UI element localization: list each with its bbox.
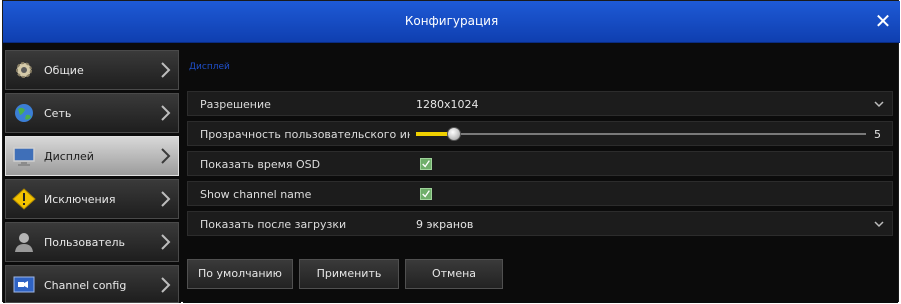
chevron-right-icon: [161, 62, 171, 78]
transparency-slider-handle[interactable]: [446, 127, 461, 141]
chevron-right-icon: [161, 191, 171, 207]
checkmark-icon: [422, 190, 430, 198]
show-after-boot-value[interactable]: 9 экранов: [416, 218, 473, 231]
resolution-value[interactable]: 1280x1024: [416, 98, 479, 111]
chevron-right-icon: [161, 277, 171, 293]
monitor-icon: [13, 147, 35, 166]
show-after-boot-label: Показать после загрузки: [200, 218, 347, 231]
user-icon: [15, 233, 33, 252]
display-settings-panel: Дисплей Разрешение 1280x1024 Прозрачност…: [183, 44, 898, 303]
transparency-slider-track[interactable]: [440, 133, 866, 135]
transparency-value: 5: [874, 128, 881, 141]
show-channel-name-row: Show channel name: [187, 181, 893, 206]
globe-icon: [15, 104, 33, 122]
transparency-label: Прозрачность пользовательского интерфейс…: [200, 128, 410, 141]
resolution-label: Разрешение: [200, 98, 271, 111]
show-channel-name-checkbox[interactable]: [420, 188, 432, 200]
sidebar-item-general[interactable]: Общие: [5, 50, 179, 90]
sidebar-item-display[interactable]: Дисплей: [5, 136, 179, 176]
apply-button[interactable]: Применить: [299, 259, 399, 289]
show-after-boot-row[interactable]: Показать после загрузки 9 экранов: [187, 211, 893, 236]
camera-screen-icon: [13, 276, 35, 293]
title-bar: Конфигурация ✕: [3, 1, 900, 43]
sidebar-item-label: Исключения: [44, 193, 116, 206]
chevron-right-icon: [161, 234, 171, 250]
chevron-right-icon: [161, 148, 171, 164]
config-window: Конфигурация ✕ Общие Сеть Дисплей Исключ…: [2, 0, 900, 303]
sidebar-item-label: Дисплей: [44, 150, 94, 163]
default-button[interactable]: По умолчанию: [187, 259, 293, 289]
chevron-down-icon[interactable]: [874, 98, 884, 110]
sidebar-item-channel-config[interactable]: Channel config: [5, 265, 179, 303]
cancel-button[interactable]: Отмена: [405, 259, 503, 289]
show-osd-time-row: Показать время OSD: [187, 151, 893, 176]
sidebar-item-exceptions[interactable]: Исключения: [5, 179, 179, 219]
warning-icon: [12, 188, 36, 210]
sidebar-item-network[interactable]: Сеть: [5, 93, 179, 133]
section-title: Дисплей: [189, 62, 230, 72]
gear-icon: [16, 62, 32, 78]
close-button[interactable]: ✕: [872, 9, 894, 33]
transparency-row: Прозрачность пользовательского интерфейс…: [187, 121, 893, 146]
sidebar-item-label: Общие: [44, 64, 84, 77]
window-title: Конфигурация: [404, 14, 499, 28]
resolution-row[interactable]: Разрешение 1280x1024: [187, 91, 893, 116]
show-channel-name-label: Show channel name: [200, 188, 312, 201]
checkmark-icon: [422, 160, 430, 168]
sidebar-item-label: Пользователь: [44, 236, 126, 249]
show-osd-time-checkbox[interactable]: [420, 158, 432, 170]
sidebar-item-user[interactable]: Пользователь: [5, 222, 179, 262]
sidebar-item-label: Channel config: [44, 279, 127, 292]
sidebar-item-label: Сеть: [44, 107, 72, 120]
chevron-down-icon[interactable]: [874, 218, 884, 230]
sidebar: Общие Сеть Дисплей Исключения Пользовате…: [3, 44, 181, 303]
chevron-right-icon: [161, 105, 171, 121]
close-icon: ✕: [874, 9, 892, 33]
show-osd-time-label: Показать время OSD: [200, 158, 321, 171]
